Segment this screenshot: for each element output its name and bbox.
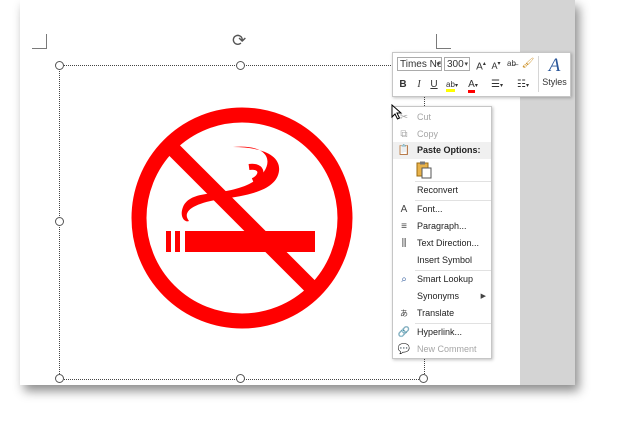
menu-item-font[interactable]: A Font...	[393, 201, 491, 218]
resize-handle-bottom-left[interactable]	[55, 374, 64, 383]
menu-item-smart-lookup[interactable]: ⌕ Smart Lookup	[393, 271, 491, 288]
bold-icon: B	[399, 79, 407, 90]
menu-item-translate[interactable]: あ Translate	[393, 305, 491, 322]
numbered-list-icon: ☷	[517, 79, 526, 90]
underline-icon: U	[430, 79, 438, 90]
chevron-down-icon: ▾	[436, 61, 440, 68]
menu-item-cut[interactable]: ✂ Cut	[393, 109, 491, 126]
menu-item-hyperlink[interactable]: 🔗 Hyperlink...	[393, 324, 491, 341]
chevron-down-icon: ▾	[464, 61, 468, 68]
highlight-button[interactable]: ab▾	[443, 78, 461, 92]
context-menu: ✂ Cut ⧉ Copy 📋 Paste Options: Reconvert …	[392, 106, 492, 359]
comment-icon: 💬	[397, 344, 411, 355]
no-smoking-icon[interactable]	[129, 105, 355, 331]
margin-corner-top-right	[436, 34, 451, 49]
copy-icon: ⧉	[400, 129, 408, 140]
resize-handle-bottom[interactable]	[236, 374, 245, 383]
text-direction-icon: ⫼	[401, 238, 407, 249]
menu-item-label: Reconvert	[417, 185, 459, 195]
shrink-font-button[interactable]: A▾	[490, 57, 502, 71]
menu-item-copy[interactable]: ⧉ Copy	[393, 126, 491, 143]
paste-keep-source-icon[interactable]	[416, 161, 432, 179]
toolbar-divider	[538, 56, 539, 92]
resize-handle-left[interactable]	[55, 217, 64, 226]
menu-item-label: Copy	[417, 129, 439, 139]
menu-item-new-comment[interactable]: 💬 New Comment	[393, 341, 491, 358]
font-size-dropdown[interactable]: 300 ▾	[444, 57, 470, 71]
numbering-button[interactable]: ☷▾	[512, 78, 534, 92]
bullets-button[interactable]: ☰▾	[487, 78, 507, 92]
clear-formatting-icon: ab̶	[507, 59, 516, 68]
paste-options-header: 📋 Paste Options:	[393, 142, 491, 159]
menu-item-insert-symbol[interactable]: Insert Symbol	[393, 252, 491, 269]
menu-item-paragraph[interactable]: ≡ Paragraph...	[393, 218, 491, 235]
chevron-right-icon: ▶	[480, 293, 486, 300]
menu-item-label: Paste Options:	[417, 145, 481, 155]
format-painter-button[interactable]: 🖌	[521, 57, 535, 71]
clipboard-icon: 📋	[397, 145, 411, 156]
margin-corner-top-left	[32, 34, 47, 49]
menu-item-label: Cut	[417, 112, 432, 122]
menu-item-label: Paragraph...	[417, 221, 467, 231]
resize-handle-bottom-right[interactable]	[419, 374, 428, 383]
menu-item-synonyms[interactable]: Synonyms ▶	[393, 288, 491, 305]
highlighter-icon: ab	[446, 80, 455, 92]
font-name-dropdown[interactable]: Times Ne ▾	[397, 57, 442, 71]
menu-item-label: Translate	[417, 308, 455, 318]
menu-item-reconvert[interactable]: Reconvert	[393, 182, 491, 199]
menu-item-label: Text Direction...	[417, 238, 480, 248]
menu-item-label: New Comment	[417, 344, 477, 354]
translate-icon: あ	[400, 309, 408, 318]
grow-font-button[interactable]: A▴	[475, 57, 487, 73]
mini-toolbar: Times Ne ▾ 300 ▾ A▴ A▾ ab̶ 🖌 B I U ab▾ A…	[392, 52, 571, 97]
resize-handle-top[interactable]	[236, 61, 245, 70]
menu-item-label: Insert Symbol	[417, 255, 473, 265]
font-size-value: 300	[447, 59, 464, 70]
rotate-handle-icon[interactable]: ⟳	[232, 32, 246, 49]
font-icon: A	[400, 204, 408, 215]
mouse-pointer-icon	[391, 104, 403, 120]
resize-handle-top-left[interactable]	[55, 61, 64, 70]
font-color-icon: A	[468, 79, 475, 93]
clear-formatting-button[interactable]: ab̶	[505, 57, 518, 71]
paragraph-icon: ≡	[401, 221, 407, 232]
menu-item-label: Font...	[417, 204, 443, 214]
italic-icon: I	[417, 79, 421, 90]
search-icon: ⌕	[401, 274, 407, 285]
menu-item-label: Hyperlink...	[417, 327, 463, 337]
menu-item-label: Synonyms	[417, 291, 460, 301]
paintbrush-icon: 🖌	[521, 58, 535, 69]
styles-label: Styles	[542, 77, 567, 87]
italic-button[interactable]: I	[413, 78, 425, 92]
bold-button[interactable]: B	[397, 78, 409, 92]
styles-icon: A	[548, 55, 561, 76]
hyperlink-icon: 🔗	[397, 327, 411, 338]
bullet-list-icon: ☰	[491, 79, 500, 90]
font-color-button[interactable]: A▾	[465, 78, 481, 93]
grow-font-icon: A	[476, 61, 483, 73]
underline-button[interactable]: U	[428, 78, 440, 92]
menu-item-text-direction[interactable]: ⫼ Text Direction...	[393, 235, 491, 252]
menu-item-label: Smart Lookup	[417, 274, 474, 284]
styles-button[interactable]: A Styles	[541, 55, 568, 93]
